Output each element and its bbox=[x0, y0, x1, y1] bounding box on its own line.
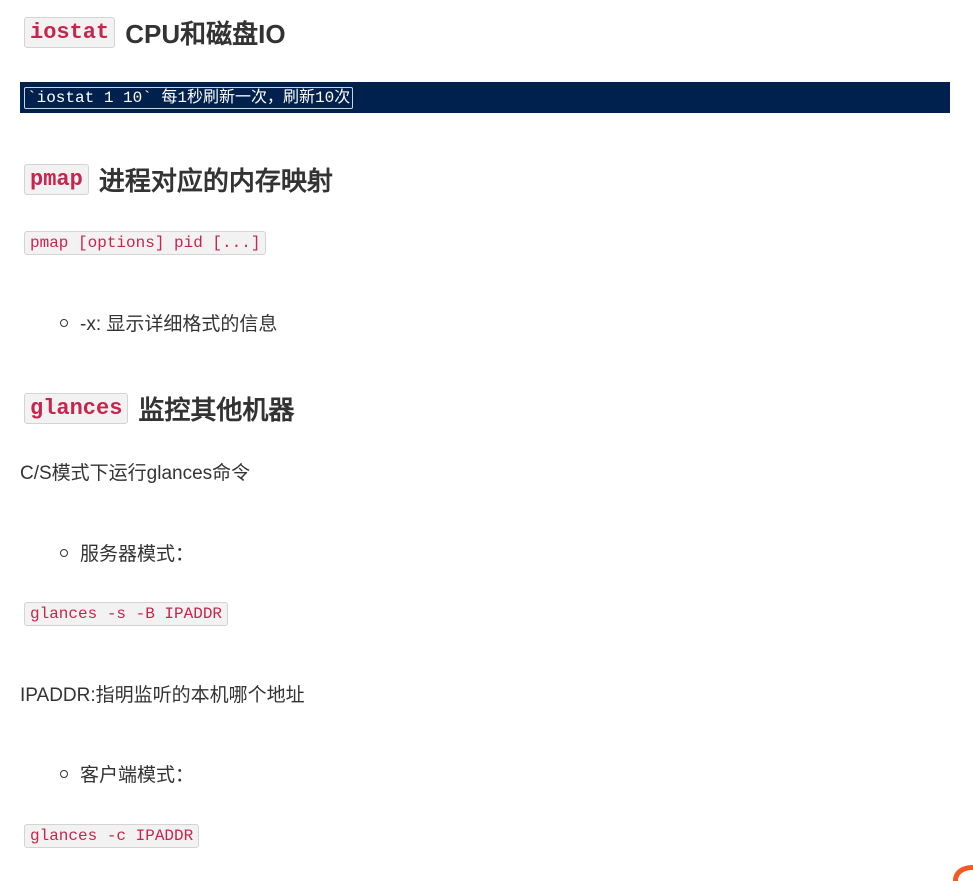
list-item: 服务器模式： bbox=[60, 539, 194, 566]
list-item: 客户端模式： bbox=[60, 760, 194, 787]
glances-code-label: glances bbox=[24, 392, 129, 425]
pmap-heading: pmap 进程对应的内存映射 bbox=[24, 161, 333, 198]
hollow-circle-bullet-icon bbox=[60, 548, 68, 557]
pmap-code-label: pmap bbox=[24, 163, 89, 196]
selected-code-block[interactable]: `iostat 1 10` 每1秒刷新一次，刷新10次 bbox=[20, 82, 950, 113]
client-command: glances -c IPADDR bbox=[24, 824, 200, 848]
iostat-code-label: iostat bbox=[24, 16, 116, 49]
iostat-title: CPU和磁盘IO bbox=[125, 19, 286, 49]
glances-heading: glances 监控其他机器 bbox=[24, 390, 294, 427]
ipaddr-note: IPADDR:指明监听的本机哪个地址 bbox=[20, 685, 305, 706]
pmap-title: 进程对应的内存映射 bbox=[98, 166, 333, 196]
glances-title: 监控其他机器 bbox=[138, 395, 295, 425]
glances-intro: C/S模式下运行glances命令 bbox=[20, 463, 251, 484]
client-mode-label: 客户端模式： bbox=[80, 765, 195, 786]
iostat-heading: iostat CPU和磁盘IO bbox=[24, 14, 286, 51]
pmap-usage: pmap [options] pid [...] bbox=[24, 231, 267, 255]
list-item: -x: 显示详细格式的信息 bbox=[60, 309, 277, 336]
hollow-circle-bullet-icon bbox=[60, 318, 68, 327]
pmap-option-x: -x: 显示详细格式的信息 bbox=[80, 314, 278, 335]
app-logo-icon[interactable] bbox=[949, 857, 973, 881]
server-mode-label: 服务器模式： bbox=[80, 544, 195, 565]
iostat-example[interactable]: `iostat 1 10` 每1秒刷新一次，刷新10次 bbox=[24, 86, 354, 109]
server-command: glances -s -B IPADDR bbox=[24, 602, 229, 626]
hollow-circle-bullet-icon bbox=[60, 769, 68, 778]
